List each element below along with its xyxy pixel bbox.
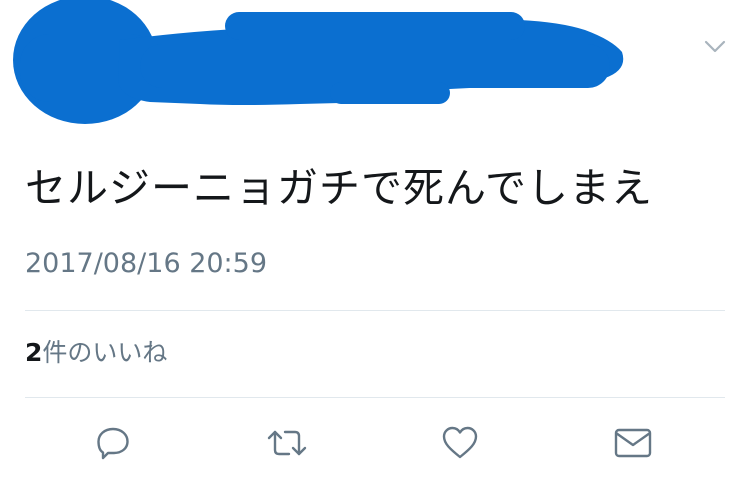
heart-icon [442,426,478,459]
likes-label: 件のいいね [42,338,168,367]
reply-button[interactable] [88,418,138,468]
more-options-button[interactable] [700,34,730,58]
reply-icon [97,427,129,460]
likes-summary[interactable]: 2件のいいね [25,335,167,371]
tweet-action-bar [0,418,750,468]
retweet-button[interactable] [262,418,312,468]
tweet-timestamp: 2017/08/16 20:59 [25,248,268,279]
like-button[interactable] [435,418,485,468]
retweet-icon [267,430,307,456]
tweet-text: セルジーニョガチで死んでしまえ [25,164,653,212]
chevron-down-icon [704,40,726,53]
divider [25,310,725,311]
direct-message-button[interactable] [608,418,658,468]
redacted-author-header [13,0,624,124]
envelope-icon [614,428,652,458]
divider [25,397,725,398]
likes-count: 2 [25,338,43,367]
